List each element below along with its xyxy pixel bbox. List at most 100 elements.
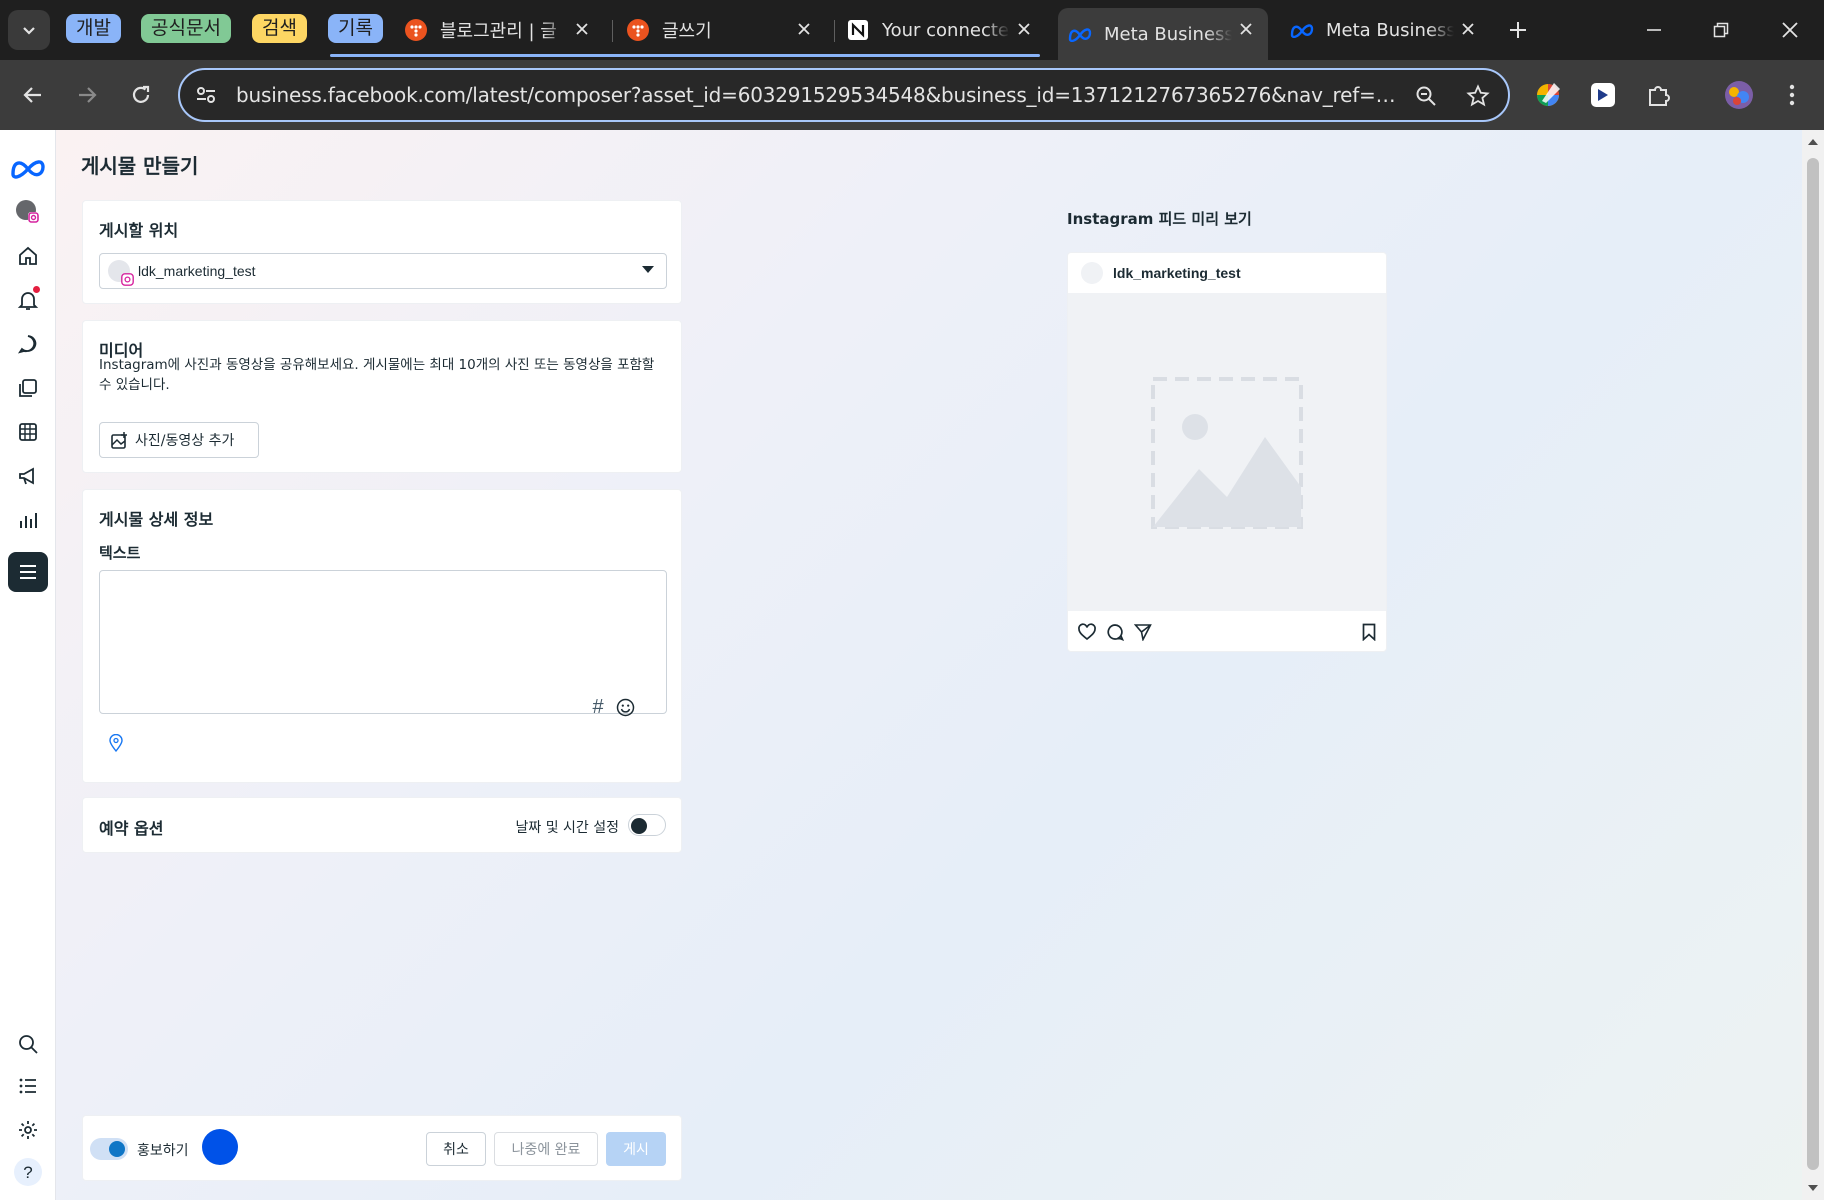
new-tab-button[interactable] bbox=[1504, 16, 1532, 44]
minimize-button[interactable] bbox=[1636, 12, 1672, 48]
preview-account-name: ldk_marketing_test bbox=[1113, 265, 1241, 281]
more-menu-icon[interactable] bbox=[1776, 79, 1808, 111]
help-icon[interactable]: ? bbox=[8, 1152, 48, 1192]
boost-label: 홍보하기 bbox=[137, 1143, 189, 1159]
list-icon[interactable] bbox=[8, 1066, 48, 1106]
restore-icon bbox=[1713, 22, 1729, 38]
preview-actions bbox=[1068, 611, 1386, 651]
instagram-preview-card: ldk_marketing_test bbox=[1067, 252, 1387, 652]
arrow-left-icon bbox=[23, 87, 41, 103]
close-icon[interactable] bbox=[792, 17, 816, 41]
page-title: 게시물 만들기 bbox=[81, 154, 199, 178]
cancel-button[interactable]: 취소 bbox=[426, 1132, 486, 1166]
planner-icon[interactable] bbox=[8, 412, 48, 452]
minimize-icon bbox=[1647, 29, 1661, 31]
text-label: 텍스트 bbox=[99, 544, 141, 562]
inbox-icon[interactable] bbox=[8, 324, 48, 364]
tab-group-underline bbox=[330, 54, 1040, 57]
scroll-down-icon[interactable] bbox=[1807, 1182, 1819, 1194]
tab-group-dev[interactable]: 개발 bbox=[66, 14, 121, 43]
tab-title: 글쓰기 bbox=[662, 21, 712, 42]
extensions-puzzle-icon[interactable] bbox=[1643, 79, 1675, 111]
notifications-icon[interactable] bbox=[8, 280, 48, 320]
site-info-icon[interactable] bbox=[194, 83, 218, 107]
notion-icon bbox=[846, 18, 870, 42]
chevron-down-icon bbox=[23, 27, 35, 35]
plus-icon bbox=[1510, 22, 1526, 38]
page-scrollbar[interactable] bbox=[1802, 130, 1824, 1200]
content-icon[interactable] bbox=[8, 368, 48, 408]
boost-info-indicator[interactable] bbox=[202, 1129, 238, 1165]
insights-chart-icon[interactable] bbox=[8, 500, 48, 540]
back-button[interactable] bbox=[15, 77, 51, 113]
hashtag-icon[interactable]: # bbox=[587, 696, 609, 718]
share-send-icon bbox=[1134, 624, 1152, 641]
tab-blog-admin[interactable]: 블로그관리 | 글 bbox=[404, 8, 604, 52]
location-pin-icon[interactable] bbox=[109, 733, 123, 757]
star-icon[interactable] bbox=[1464, 82, 1492, 110]
toggle-knob bbox=[631, 818, 647, 834]
settings-gear-icon[interactable] bbox=[8, 1110, 48, 1150]
restore-button[interactable] bbox=[1703, 12, 1739, 48]
scroll-thumb[interactable] bbox=[1807, 158, 1819, 1170]
finish-later-button[interactable]: 나중에 완료 bbox=[494, 1132, 598, 1166]
close-icon[interactable] bbox=[1234, 17, 1258, 41]
page-content: ? 게시물 만들기 게시할 위치 ldk_marketing_test 미디어 … bbox=[0, 130, 1824, 1200]
post-text-input[interactable] bbox=[99, 570, 667, 714]
tistory-icon bbox=[404, 18, 428, 42]
photo-add-icon bbox=[111, 431, 127, 449]
comment-icon bbox=[1107, 624, 1124, 641]
schedule-toggle-label: 날짜 및 시간 설정 bbox=[515, 820, 619, 836]
location-card: 게시할 위치 ldk_marketing_test bbox=[82, 200, 682, 304]
forward-button[interactable] bbox=[69, 77, 105, 113]
account-avatar[interactable] bbox=[8, 192, 48, 232]
close-icon[interactable] bbox=[570, 17, 594, 41]
schedule-toggle[interactable] bbox=[628, 814, 666, 836]
tab-title: 블로그관리 | 글 bbox=[440, 21, 557, 42]
tab-search-button[interactable] bbox=[8, 10, 50, 50]
details-title: 게시물 상세 정보 bbox=[99, 510, 214, 529]
reload-button[interactable] bbox=[123, 77, 159, 113]
toggle-knob bbox=[109, 1141, 125, 1157]
meta-icon bbox=[1068, 22, 1092, 46]
extension-icon[interactable] bbox=[1587, 79, 1619, 111]
emoji-icon[interactable] bbox=[614, 696, 636, 718]
meta-icon bbox=[1290, 18, 1314, 42]
all-tools-menu-icon[interactable] bbox=[8, 552, 48, 592]
media-card: 미디어 Instagram에 사진과 동영상을 공유해보세요. 게시물에는 최대… bbox=[82, 320, 682, 473]
meta-logo-icon[interactable] bbox=[8, 148, 48, 188]
account-select[interactable]: ldk_marketing_test bbox=[99, 253, 667, 289]
caret-down-icon bbox=[642, 266, 654, 273]
tab-title: Your connected bbox=[882, 19, 1010, 41]
home-icon[interactable] bbox=[8, 236, 48, 276]
boost-toggle[interactable] bbox=[90, 1138, 128, 1160]
add-media-button[interactable]: 사진/동영상 추가 bbox=[99, 422, 259, 458]
account-avatar bbox=[108, 260, 134, 286]
close-icon[interactable] bbox=[1012, 17, 1036, 41]
publish-button[interactable]: 게시 bbox=[606, 1132, 666, 1166]
details-card: 게시물 상세 정보 텍스트 # bbox=[82, 489, 682, 783]
zoom-icon[interactable] bbox=[1412, 82, 1440, 110]
tab-meta-business[interactable]: Meta Business bbox=[1290, 8, 1490, 52]
browser-toolbar: business.facebook.com/latest/composer?as… bbox=[0, 60, 1824, 130]
schedule-title: 예약 옵션 bbox=[99, 819, 164, 838]
tab-group-search[interactable]: 검색 bbox=[252, 14, 307, 43]
tab-title: Meta Business bbox=[1326, 19, 1454, 41]
bookmark-icon bbox=[1362, 623, 1376, 641]
close-icon[interactable] bbox=[1456, 17, 1480, 41]
close-window-button[interactable] bbox=[1772, 12, 1808, 48]
tab-notion[interactable]: Your connected bbox=[846, 8, 1046, 52]
address-bar[interactable]: business.facebook.com/latest/composer?as… bbox=[178, 68, 1510, 122]
search-icon[interactable] bbox=[8, 1024, 48, 1064]
tab-group-docs[interactable]: 공식문서 bbox=[141, 14, 231, 43]
location-title: 게시할 위치 bbox=[99, 221, 179, 240]
ads-megaphone-icon[interactable] bbox=[8, 456, 48, 496]
tab-write[interactable]: 글쓰기 bbox=[626, 8, 826, 52]
tab-group-record[interactable]: 기록 bbox=[328, 14, 383, 43]
profile-avatar[interactable] bbox=[1723, 79, 1755, 111]
scroll-up-icon[interactable] bbox=[1807, 136, 1819, 148]
color-picker-extension-icon[interactable] bbox=[1532, 79, 1564, 111]
url-text[interactable]: business.facebook.com/latest/composer?as… bbox=[236, 83, 1406, 107]
tab-meta-business-active[interactable]: Meta Business bbox=[1058, 8, 1268, 60]
heart-icon bbox=[1078, 623, 1096, 641]
